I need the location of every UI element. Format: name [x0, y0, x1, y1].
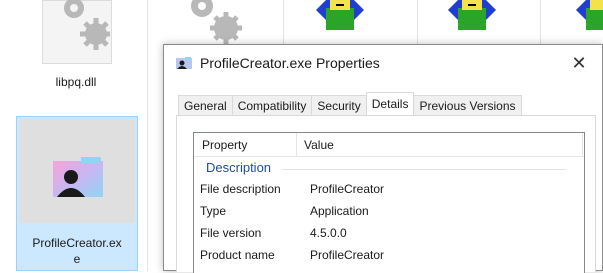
title-bar[interactable]: ProfileCreator.exe Properties ✕ [164, 45, 602, 81]
property-value: ProfileCreator [310, 248, 385, 262]
column-header-value[interactable]: Value [304, 138, 334, 152]
properties-dialog: ProfileCreator.exe Properties ✕ General … [163, 44, 603, 273]
property-value: ProfileCreator [310, 182, 385, 196]
property-name: File description [200, 182, 281, 196]
file-name-line2: e [73, 252, 81, 266]
group-divider [282, 169, 566, 170]
list-header: Property Value [194, 133, 584, 157]
user-folder-icon [53, 157, 103, 197]
dialog-title: ProfileCreator.exe Properties [200, 55, 380, 71]
download-box-icon [576, 0, 603, 30]
file-item-libpq[interactable]: libpq.dll [36, 0, 126, 110]
tab-security[interactable]: Security [311, 95, 367, 115]
gear-icon [64, 0, 110, 50]
list-item[interactable]: Product name ProfileCreator [200, 246, 580, 266]
grid-divider [147, 0, 148, 271]
grid-divider [417, 0, 418, 44]
property-name: Product name [200, 248, 275, 262]
property-name: Type [200, 204, 227, 218]
tab-previous-versions[interactable]: Previous Versions [413, 95, 522, 115]
group-header-description: Description [206, 160, 272, 175]
download-box-icon [448, 0, 496, 30]
tab-strip: General Compatibility Security Details P… [178, 92, 522, 115]
property-value: Application [310, 204, 369, 218]
file-name: libpq.dll [55, 75, 97, 89]
file-item-profilecreator[interactable]: ProfileCreator.ex e [16, 116, 138, 271]
details-list[interactable]: Property Value Description File descript… [193, 132, 585, 273]
list-item[interactable]: File version 4.5.0.0 [200, 224, 580, 244]
grid-divider [540, 0, 541, 44]
gear-icon [191, 0, 242, 44]
tab-compatibility[interactable]: Compatibility [231, 95, 313, 115]
grid-divider [283, 0, 284, 44]
app-icon [176, 57, 192, 69]
list-item[interactable]: File description ProfileCreator [200, 180, 580, 200]
close-icon: ✕ [571, 52, 587, 73]
details-panel: Property Value Description File descript… [176, 115, 596, 273]
property-value: 4.5.0.0 [310, 226, 347, 240]
file-name-line1: ProfileCreator.ex [32, 236, 122, 250]
property-name: File version [200, 226, 262, 240]
list-item[interactable]: Type Application [200, 202, 580, 222]
column-header-property[interactable]: Property [202, 138, 247, 152]
column-divider[interactable] [582, 133, 583, 157]
download-box-icon [316, 0, 364, 30]
file-name: ProfileCreator.ex e [17, 235, 137, 267]
close-button[interactable]: ✕ [556, 45, 602, 81]
tab-details[interactable]: Details [365, 92, 415, 115]
tab-general[interactable]: General [178, 95, 233, 115]
column-divider[interactable] [296, 133, 297, 157]
